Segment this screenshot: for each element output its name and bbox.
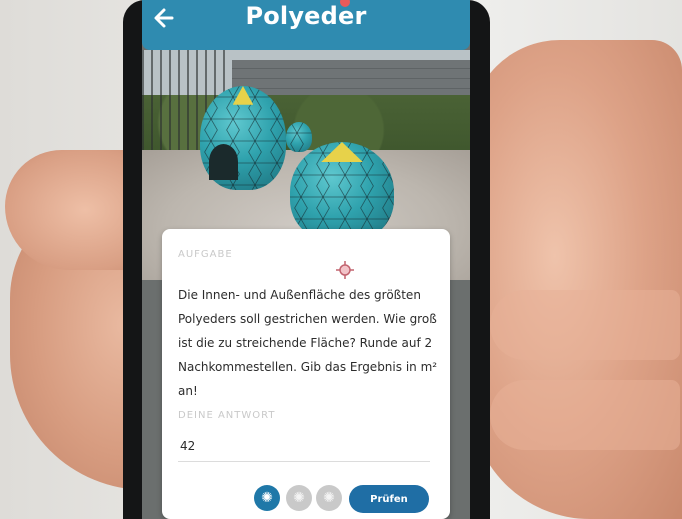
check-button[interactable]: Prüfen xyxy=(349,485,429,513)
lightbulb-icon: ✺ xyxy=(261,490,273,506)
polyhedron-dome xyxy=(290,142,394,242)
hint-button-1[interactable]: ✺ xyxy=(254,485,280,511)
dome-cap xyxy=(321,142,363,162)
answer-label: DEINE ANTWORT xyxy=(178,410,276,421)
page-title: Polyeder xyxy=(245,2,367,30)
dome-door xyxy=(208,144,238,180)
lightbulb-icon: ✺ xyxy=(323,490,335,506)
lightbulb-icon: ✺ xyxy=(293,490,305,506)
app-screen: Polyeder AUFGABE Die Innen- und Außenflä… xyxy=(142,0,470,519)
polyhedron-dome xyxy=(200,86,286,190)
polyhedron-dome xyxy=(286,122,312,152)
task-text: Die Innen- und Außenfläche des größten P… xyxy=(178,288,438,398)
task-label: AUFGABE xyxy=(178,249,233,260)
crosshair-icon xyxy=(336,261,354,279)
hint-button-3[interactable]: ✺ xyxy=(316,485,342,511)
finger xyxy=(490,290,680,360)
app-header: Polyeder xyxy=(142,0,470,50)
task-card: AUFGABE Die Innen- und Außenfläche des g… xyxy=(162,229,450,519)
finger xyxy=(490,380,680,450)
hint-button-2[interactable]: ✺ xyxy=(286,485,312,511)
right-hand xyxy=(470,40,682,519)
dome-cap xyxy=(232,86,254,105)
answer-input[interactable] xyxy=(178,431,430,462)
camera-view xyxy=(142,50,470,280)
